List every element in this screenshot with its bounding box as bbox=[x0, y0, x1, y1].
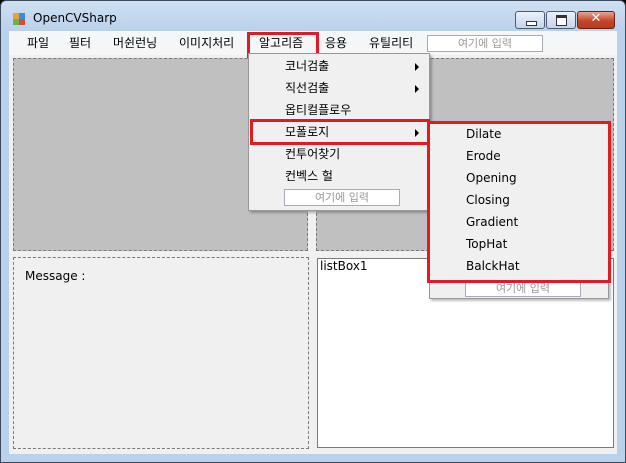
menu-filter[interactable]: 필터 bbox=[63, 33, 97, 53]
title-bar[interactable]: OpenCVSharp ✕ bbox=[1, 1, 625, 31]
menu-file[interactable]: 파일 bbox=[21, 33, 55, 53]
app-icon bbox=[13, 13, 25, 25]
close-button[interactable]: ✕ bbox=[577, 11, 615, 29]
morphology-item-closing[interactable]: Closing bbox=[432, 189, 606, 211]
window-title: OpenCVSharp bbox=[33, 11, 117, 25]
main-window: OpenCVSharp ✕ 파일 필터 머쉰런닝 이미지처리 알고리즘 응용 유… bbox=[0, 0, 626, 463]
menu-machine-learning[interactable]: 머쉰런닝 bbox=[107, 33, 163, 53]
algorithm-item-corner-detection[interactable]: 코너검출 bbox=[251, 55, 427, 77]
menu-application[interactable]: 응용 bbox=[319, 33, 353, 53]
algorithm-item-find-contours[interactable]: 컨투어찾기 bbox=[251, 143, 427, 165]
minimize-icon bbox=[526, 21, 537, 26]
maximize-icon bbox=[556, 15, 567, 26]
morphology-item-dilate[interactable]: Dilate bbox=[432, 123, 606, 145]
morphology-item-erode[interactable]: Erode bbox=[432, 145, 606, 167]
morphology-item-gradient[interactable]: Gradient bbox=[432, 211, 606, 233]
algorithm-item-optical-flow[interactable]: 옵티컬플로우 bbox=[251, 99, 427, 121]
submenu-arrow-icon bbox=[415, 63, 419, 71]
morphology-type-here-input[interactable]: 여기에 입력 bbox=[465, 280, 581, 297]
algorithm-item-morphology[interactable]: 모폴로지 bbox=[251, 121, 427, 143]
algorithm-item-line-detection[interactable]: 직선검출 bbox=[251, 77, 427, 99]
submenu-arrow-icon bbox=[415, 85, 419, 93]
submenu-arrow-icon bbox=[415, 129, 419, 137]
message-label: Message : bbox=[25, 269, 86, 283]
menu-type-here-input[interactable]: 여기에 입력 bbox=[427, 35, 543, 52]
listbox-label: listBox1 bbox=[320, 259, 368, 273]
minimize-button[interactable] bbox=[515, 11, 545, 29]
algorithm-type-here-input[interactable]: 여기에 입력 bbox=[284, 189, 400, 206]
menu-utility[interactable]: 유틸리티 bbox=[363, 33, 419, 53]
morphology-item-opening[interactable]: Opening bbox=[432, 167, 606, 189]
close-icon: ✕ bbox=[590, 11, 602, 26]
algorithm-dropdown: 코너검출 직선검출 옵티컬플로우 모폴로지 컨투어찾기 컨벡스 헐 여기에 입력 bbox=[248, 53, 430, 211]
menu-bar: 파일 필터 머쉰런닝 이미지처리 알고리즘 응용 유틸리티 여기에 입력 bbox=[9, 31, 617, 55]
menu-image-processing[interactable]: 이미지처리 bbox=[173, 33, 240, 53]
menu-algorithm[interactable]: 알고리즘 bbox=[253, 33, 309, 53]
morphology-dropdown: Dilate Erode Opening Closing Gradient To… bbox=[429, 121, 609, 299]
maximize-button[interactable] bbox=[546, 11, 576, 29]
message-panel bbox=[13, 257, 309, 449]
morphology-item-tophat[interactable]: TopHat bbox=[432, 233, 606, 255]
morphology-item-blackhat[interactable]: BalckHat bbox=[432, 255, 606, 277]
algorithm-item-convex-hull[interactable]: 컨벡스 헐 bbox=[251, 165, 427, 187]
